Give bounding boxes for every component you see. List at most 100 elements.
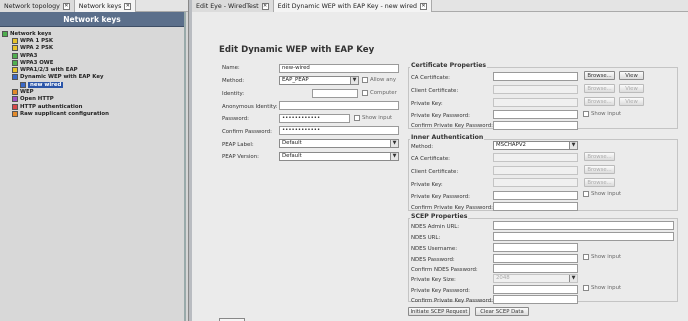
checkbox-box xyxy=(583,254,589,260)
private-key-size-select[interactable]: 2048 ▼ xyxy=(493,274,578,283)
inner-ca-cert-browse-button[interactable]: Browse... xyxy=(584,152,615,161)
tree-item-wpa1-psk[interactable]: WPA 1 PSK xyxy=(2,37,184,44)
peap-version-select[interactable]: Default ▼ xyxy=(279,152,399,161)
tree-item-open-http[interactable]: Open HTTP xyxy=(2,96,184,103)
close-icon[interactable]: ✕ xyxy=(124,2,132,10)
cert-confirm-private-key-password-label: Confirm Private Key Password: xyxy=(411,123,493,129)
editor-tab-bar: Edit Eye - WiredTest ✕ Edit Dynamic WEP … xyxy=(192,0,688,12)
inner-show-input-checkbox[interactable]: Show input xyxy=(583,191,621,197)
tree-item-label: Open HTTP xyxy=(20,96,54,103)
tab-network-topology[interactable]: Network topology ✕ xyxy=(0,0,75,12)
ndes-admin-url-field[interactable] xyxy=(493,221,674,230)
key-icon xyxy=(12,74,18,81)
private-key-size-value: 2048 xyxy=(496,275,510,281)
ndes-show-input-checkbox[interactable]: Show input xyxy=(583,254,621,260)
client-cert-field[interactable] xyxy=(493,85,578,94)
tree-item-label: WPA3 xyxy=(20,52,38,59)
tree-item-label: WPA 2 PSK xyxy=(20,45,54,52)
ndes-password-field[interactable] xyxy=(493,254,578,263)
method-select[interactable]: EAP_PEAP ▼ xyxy=(279,76,359,85)
private-key-field[interactable] xyxy=(493,98,578,107)
inner-client-cert-field[interactable] xyxy=(493,166,578,175)
tree-item-dynamic-wep-eap[interactable]: Dynamic WEP with EAP Key xyxy=(2,74,184,81)
password-field[interactable]: •••••••••••• xyxy=(279,114,350,123)
private-key-label: Private Key: xyxy=(411,101,443,107)
network-keys-tree: Network keys WPA 1 PSK WPA 2 PSK WPA3 WP… xyxy=(0,27,184,118)
cert-private-key-password-field[interactable] xyxy=(493,110,578,119)
name-field[interactable]: new-wired xyxy=(279,64,399,73)
confirm-password-label: Confirm Password: xyxy=(222,129,272,135)
tree-item-wpa3-owe[interactable]: WPA3 OWE xyxy=(2,59,184,66)
confirm-ndes-password-label: Confirm NDES Password: xyxy=(411,267,478,273)
cert-show-input-checkbox[interactable]: Show input xyxy=(583,111,621,117)
inner-confirm-private-key-password-field[interactable] xyxy=(493,202,578,211)
tree-item-wep[interactable]: WEP xyxy=(2,88,184,96)
private-key-view-button[interactable]: View xyxy=(619,97,644,106)
private-key-browse-button[interactable]: Browse... xyxy=(584,97,615,106)
inner-ca-cert-field[interactable] xyxy=(493,153,578,162)
inner-private-key-password-label: Private Key Password: xyxy=(411,194,470,200)
scep-show-input-checkbox[interactable]: Show input xyxy=(583,285,621,291)
inner-authentication-title: Inner Authentication xyxy=(410,134,485,141)
inner-client-cert-browse-button[interactable]: Browse... xyxy=(584,165,615,174)
key-icon xyxy=(20,81,26,88)
close-icon[interactable]: ✕ xyxy=(62,2,70,10)
client-cert-browse-button[interactable]: Browse... xyxy=(584,84,615,93)
ndes-url-field[interactable] xyxy=(493,232,674,241)
checkbox-box xyxy=(354,115,360,121)
allow-any-checkbox[interactable]: Allow any xyxy=(362,77,396,83)
peap-label-value: Default xyxy=(282,140,302,146)
close-icon[interactable]: ✕ xyxy=(419,2,427,10)
tree-item-wpa3[interactable]: WPA3 xyxy=(2,52,184,59)
confirm-password-field[interactable]: •••••••••••• xyxy=(279,126,399,135)
ndes-username-field[interactable] xyxy=(493,243,578,252)
ndes-admin-url-label: NDES Admin URL: xyxy=(411,224,460,230)
anon-identity-field[interactable] xyxy=(279,101,399,110)
tab-label: Network keys xyxy=(78,2,122,10)
inner-private-key-field[interactable] xyxy=(493,178,578,187)
confirm-ndes-password-field[interactable] xyxy=(493,264,578,273)
editor-pane: Edit Dynamic WEP with EAP Key Name: new-… xyxy=(192,12,688,321)
show-input-label: Show input xyxy=(362,115,393,121)
scep-private-key-password-field[interactable] xyxy=(493,285,578,294)
computer-checkbox[interactable]: Computer xyxy=(362,90,397,96)
tab-edit-eye[interactable]: Edit Eye - WiredTest ✕ xyxy=(192,0,274,12)
initiate-scep-request-button[interactable]: Initiate SCEP Request xyxy=(408,307,470,316)
cert-confirm-private-key-password-field[interactable] xyxy=(493,121,578,130)
tree-item-wpa123-eap[interactable]: WPA1/2/3 with EAP xyxy=(2,66,184,74)
client-cert-view-button[interactable]: View xyxy=(619,84,644,93)
peap-version-value: Default xyxy=(282,153,302,159)
panel-title: Network keys xyxy=(0,12,184,27)
ca-cert-view-button[interactable]: View xyxy=(619,71,644,80)
close-icon[interactable]: ✕ xyxy=(261,2,269,10)
key-icon xyxy=(12,89,18,96)
identity-field[interactable] xyxy=(312,89,358,98)
show-input-label: Show input xyxy=(591,191,622,197)
inner-private-key-password-field[interactable] xyxy=(493,191,578,200)
tree-item-http-auth[interactable]: HTTP authentication xyxy=(2,103,184,110)
ca-cert-browse-button[interactable]: Browse... xyxy=(584,71,615,80)
scep-confirm-private-key-password-field[interactable] xyxy=(493,295,578,304)
show-input-checkbox[interactable]: Show input xyxy=(354,115,392,121)
tab-network-keys[interactable]: Network keys ✕ xyxy=(74,0,137,12)
clear-scep-data-button[interactable]: Clear SCEP Data xyxy=(475,307,529,316)
peap-label-select[interactable]: Default ▼ xyxy=(279,139,399,148)
inner-private-key-browse-button[interactable]: Browse... xyxy=(584,178,615,187)
allow-any-label: Allow any xyxy=(370,77,397,83)
checkbox-box xyxy=(362,90,368,96)
key-icon xyxy=(12,110,18,117)
ndes-username-label: NDES Username: xyxy=(411,246,458,252)
tree-item-raw-supplicant[interactable]: Raw supplicant configuration xyxy=(2,110,184,117)
ca-cert-field[interactable] xyxy=(493,72,578,81)
password-label: Password: xyxy=(222,116,249,122)
inner-method-select[interactable]: MSCHAPV2 ▼ xyxy=(493,141,578,150)
tab-label: Network topology xyxy=(4,2,60,10)
tree-item-label: new wired xyxy=(28,81,64,88)
tree-item-network-keys[interactable]: Network keys xyxy=(2,30,184,37)
inner-private-key-label: Private Key: xyxy=(411,182,443,188)
show-input-label: Show input xyxy=(591,254,622,260)
tree-item-new-wired[interactable]: new wired xyxy=(2,81,184,88)
tab-edit-dynamic-wep[interactable]: Edit Dynamic WEP with EAP Key - new wire… xyxy=(273,0,432,12)
key-icon xyxy=(12,59,18,66)
tree-item-wpa2-psk[interactable]: WPA 2 PSK xyxy=(2,45,184,52)
